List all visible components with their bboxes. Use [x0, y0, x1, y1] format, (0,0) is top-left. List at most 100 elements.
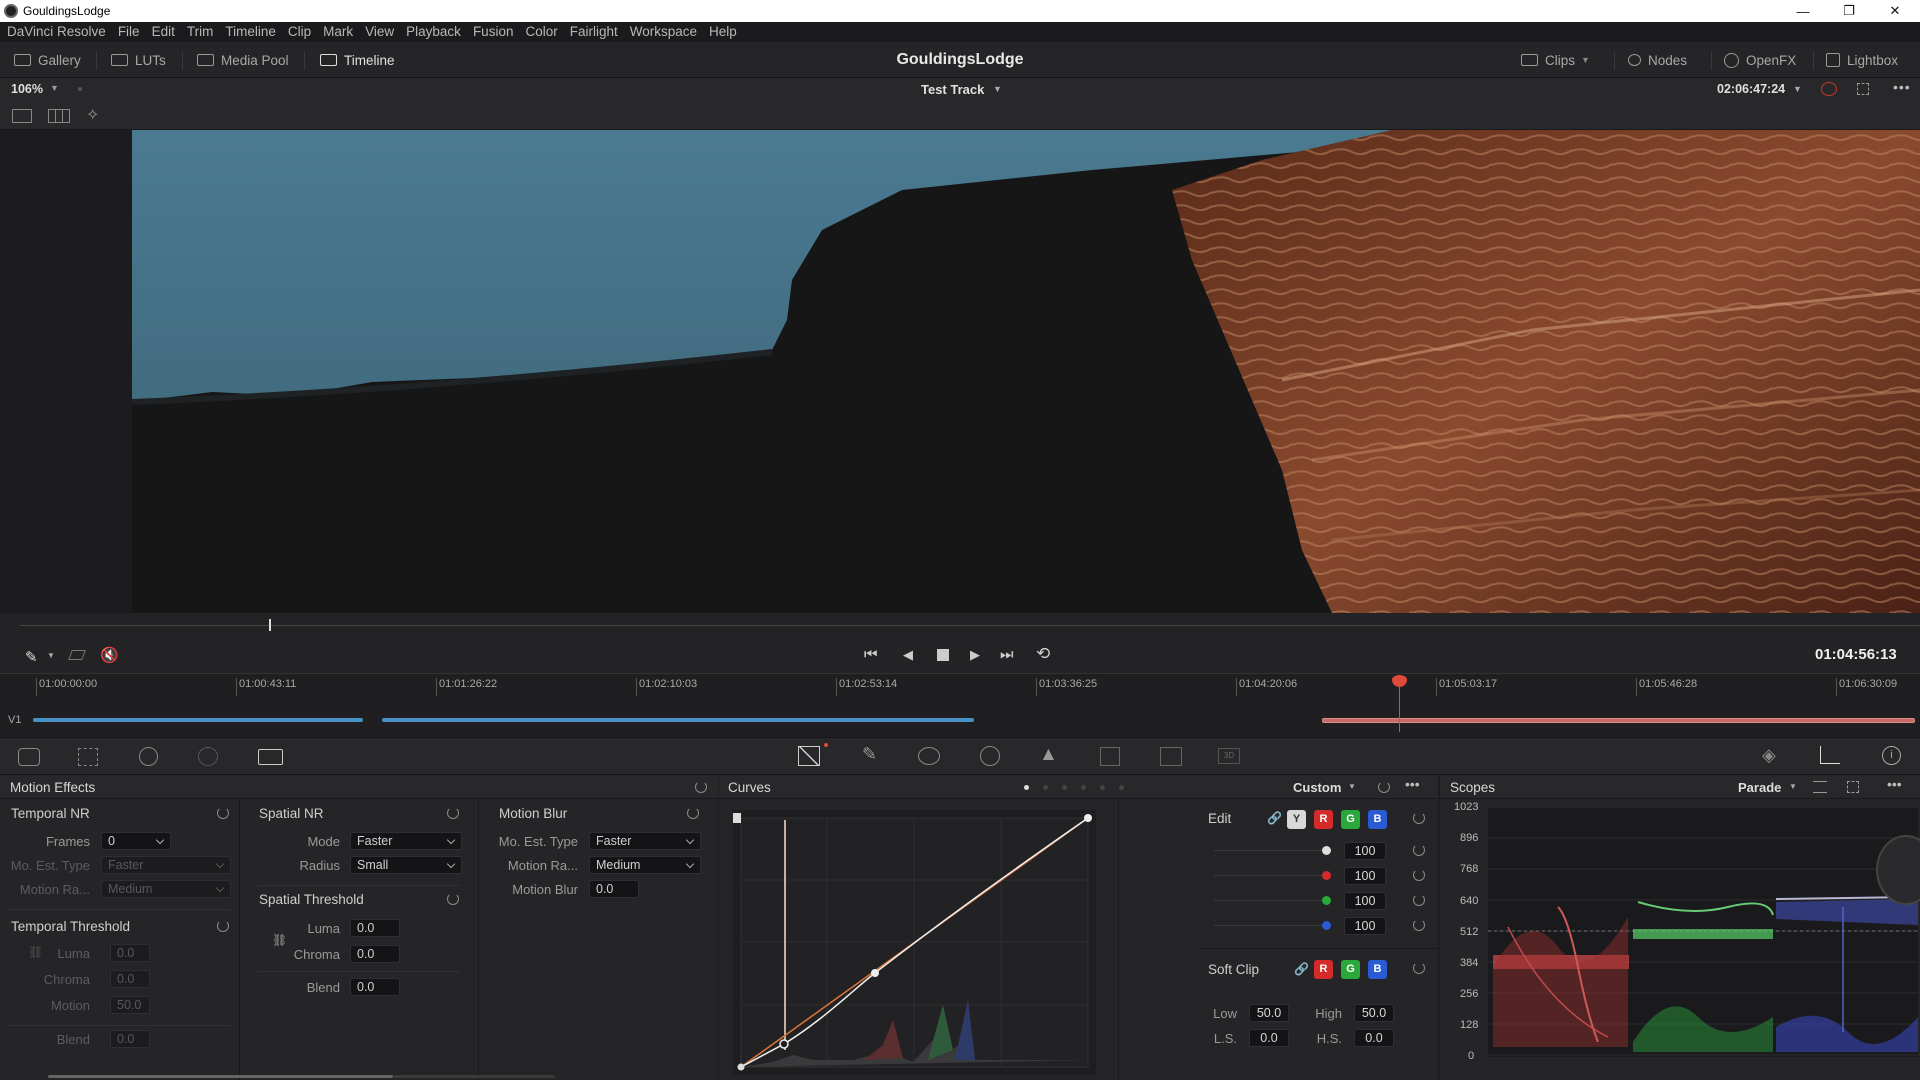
reset-icon[interactable]	[217, 920, 229, 932]
chroma-field[interactable]: 0.0	[350, 945, 400, 963]
clip-segment[interactable]	[382, 718, 974, 722]
soft-clip-g-button[interactable]: G	[1341, 960, 1360, 979]
intensity-field-y[interactable]: 100	[1344, 842, 1386, 860]
page-dot-active[interactable]	[1024, 785, 1029, 790]
eyedropper-chevron-icon[interactable]: ▼	[47, 651, 55, 660]
luma-field[interactable]: 0.0	[350, 919, 400, 937]
menu-mark[interactable]: Mark	[323, 22, 353, 42]
timeline-ruler[interactable]: 01:00:00:00 01:00:43:11 01:01:26:22 01:0…	[36, 678, 1916, 696]
menu-clip[interactable]: Clip	[288, 22, 311, 42]
scopes-icon[interactable]	[1820, 746, 1840, 764]
intensity-slider-y[interactable]	[1214, 850, 1326, 851]
menu-workspace[interactable]: Workspace	[630, 22, 697, 42]
curves-mode-dropdown[interactable]: Custom	[1293, 780, 1341, 795]
menu-fusion[interactable]: Fusion	[473, 22, 514, 42]
viewer[interactable]	[0, 130, 1920, 613]
single-view-icon[interactable]	[12, 109, 32, 123]
timecode-chevron-icon[interactable]: ▼	[1793, 84, 1802, 94]
motion-range-dropdown[interactable]: Medium	[101, 880, 231, 898]
high-field[interactable]: 50.0	[1354, 1004, 1394, 1022]
page-dot[interactable]	[1081, 785, 1086, 790]
page-dot[interactable]	[1100, 785, 1105, 790]
menu-edit[interactable]: Edit	[152, 22, 175, 42]
intensity-slider-b[interactable]	[1214, 925, 1326, 926]
motion-blur-field[interactable]: 0.0	[589, 880, 639, 898]
clip-segment-selected[interactable]	[1322, 718, 1915, 723]
play-icon[interactable]: ▶	[970, 647, 980, 663]
mode-chevron-icon[interactable]: ▼	[1348, 782, 1356, 791]
luma-field[interactable]: 0.0	[110, 944, 150, 962]
clip-segment[interactable]	[33, 718, 363, 722]
scope-options-icon[interactable]: •••	[1887, 776, 1902, 792]
magic-wand-icon[interactable]: ✧	[86, 105, 99, 125]
grid-view-icon[interactable]	[48, 109, 70, 123]
link-icon[interactable]: 🔗	[1294, 962, 1309, 976]
minimize-button[interactable]: —	[1780, 0, 1826, 22]
blend-field[interactable]: 0.0	[110, 1030, 150, 1048]
page-dot[interactable]	[1062, 785, 1067, 790]
link-icon[interactable]: 🔗	[1267, 811, 1282, 825]
gallery-button[interactable]: Gallery	[14, 42, 81, 78]
channel-b-button[interactable]: B	[1368, 810, 1387, 829]
3d-icon[interactable]: 3D	[1218, 748, 1240, 764]
mini-timeline[interactable]: 01:00:00:00 01:00:43:11 01:01:26:22 01:0…	[0, 673, 1920, 737]
play-reverse-icon[interactable]: ◀	[903, 647, 913, 663]
slider-handle[interactable]	[1322, 871, 1331, 880]
reset-icon[interactable]	[1378, 781, 1390, 793]
window-icon[interactable]	[918, 747, 940, 765]
eyedropper-icon[interactable]: ✎	[25, 648, 38, 666]
media-pool-button[interactable]: Media Pool	[197, 42, 289, 78]
reset-icon[interactable]	[447, 893, 459, 905]
frames-dropdown[interactable]: 0	[101, 832, 171, 850]
reset-icon[interactable]	[217, 807, 229, 819]
low-field[interactable]: 50.0	[1249, 1004, 1289, 1022]
camera-raw-icon[interactable]	[18, 748, 40, 766]
blur-icon[interactable]	[1100, 747, 1120, 766]
reset-icon[interactable]	[695, 781, 707, 793]
chroma-field[interactable]: 0.0	[110, 970, 150, 988]
menu-help[interactable]: Help	[709, 22, 737, 42]
sync-icon[interactable]	[1821, 82, 1837, 96]
channel-g-button[interactable]: G	[1341, 810, 1360, 829]
page-dot[interactable]	[1043, 785, 1048, 790]
scope-expand-icon[interactable]	[1847, 781, 1859, 793]
intensity-field-g[interactable]: 100	[1344, 892, 1386, 910]
scope-mode-dropdown[interactable]: Parade	[1738, 780, 1781, 795]
mo-est-type-dropdown[interactable]: Faster	[101, 856, 231, 874]
intensity-field-r[interactable]: 100	[1344, 867, 1386, 885]
skip-to-start-icon[interactable]: ⏮	[864, 646, 878, 663]
reset-icon[interactable]	[687, 807, 699, 819]
lightbox-button[interactable]: Lightbox	[1826, 42, 1898, 78]
luts-button[interactable]: LUTs	[111, 42, 166, 78]
skip-to-end-icon[interactable]: ⏭	[1000, 646, 1014, 663]
horizontal-scrollbar[interactable]	[48, 1075, 393, 1078]
intensity-slider-r[interactable]	[1214, 875, 1326, 876]
track-name[interactable]: Test Track	[921, 82, 984, 97]
mo-est-type-dropdown[interactable]: Faster	[589, 832, 701, 850]
qualifier-icon[interactable]: ✎	[862, 744, 877, 765]
intensity-slider-g[interactable]	[1214, 900, 1326, 901]
reset-icon[interactable]	[1413, 812, 1425, 824]
close-button[interactable]: ✕	[1872, 0, 1918, 22]
channel-y-button[interactable]: Y	[1287, 810, 1306, 829]
menu-playback[interactable]: Playback	[406, 22, 461, 42]
slider-handle[interactable]	[1322, 896, 1331, 905]
mode-dropdown[interactable]: Faster	[350, 832, 462, 850]
curve-graph[interactable]	[733, 810, 1096, 1075]
menu-trim[interactable]: Trim	[187, 22, 214, 42]
source-timecode[interactable]: 02:06:47:24	[1717, 82, 1785, 96]
menu-view[interactable]: View	[365, 22, 394, 42]
ls-field[interactable]: 0.0	[1249, 1029, 1289, 1047]
magic-mask-icon[interactable]: ▲	[1039, 744, 1058, 766]
reset-icon[interactable]	[1413, 869, 1425, 881]
reset-icon[interactable]	[1413, 894, 1425, 906]
menu-davinci-resolve[interactable]: DaVinci Resolve	[7, 22, 106, 42]
tracker-icon[interactable]	[980, 746, 1000, 766]
mute-icon[interactable]: 🔇	[100, 646, 119, 664]
reset-icon[interactable]	[1413, 919, 1425, 931]
zoom-level[interactable]: 106%	[11, 82, 43, 96]
scope-chevron-icon[interactable]: ▼	[1789, 782, 1797, 791]
timeline-button[interactable]: Timeline	[320, 42, 395, 78]
stop-icon[interactable]	[937, 649, 949, 661]
viewer-options-icon[interactable]: •••	[1893, 79, 1911, 95]
